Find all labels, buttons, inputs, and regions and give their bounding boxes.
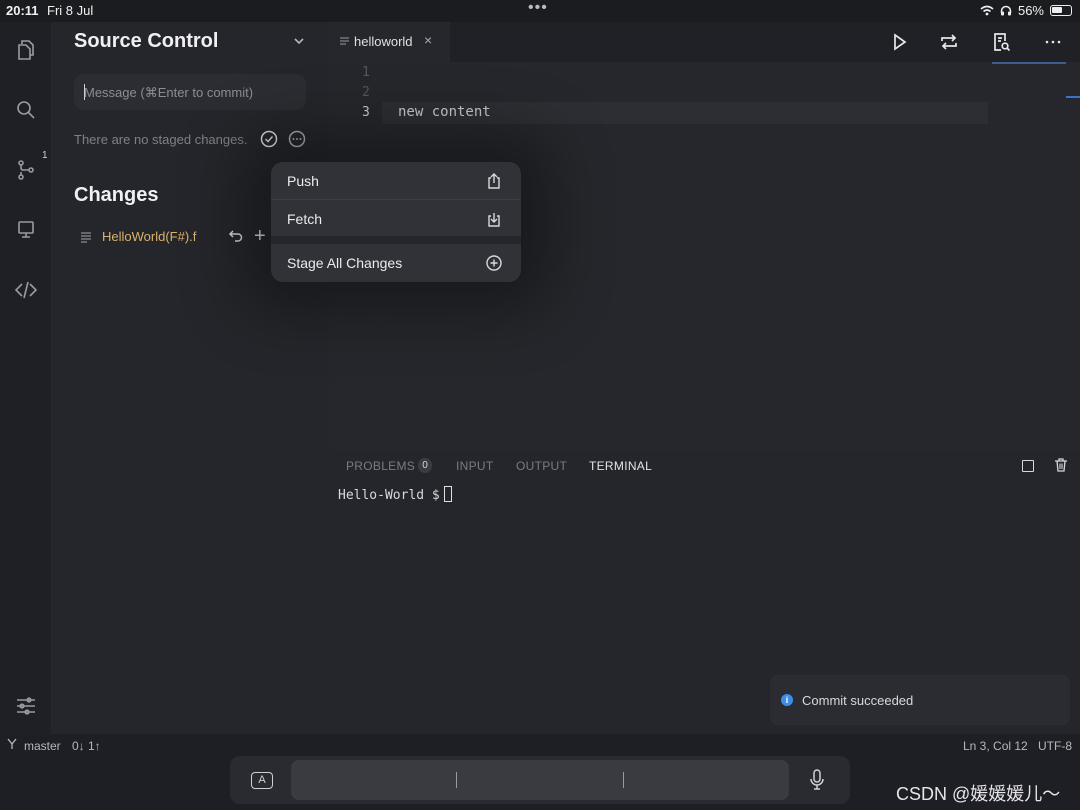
text-caret — [84, 84, 85, 100]
cursor-position[interactable]: Ln 3, Col 12 — [963, 739, 1028, 753]
keyboard-shortcut-bar: A — [230, 756, 850, 804]
branch-name[interactable]: master — [24, 739, 61, 753]
close-tab-icon[interactable]: × — [424, 32, 432, 48]
minimap[interactable] — [992, 62, 1066, 64]
file-encoding[interactable]: UTF-8 — [1038, 739, 1072, 753]
activity-bar: 1 — [0, 22, 52, 734]
list-item[interactable]: HelloWorld(F#).f + — [74, 226, 284, 248]
tab-helloworld[interactable]: helloworld × — [330, 22, 450, 62]
git-branch-icon[interactable] — [6, 738, 18, 750]
more-actions-icon[interactable] — [288, 130, 306, 148]
document-search-icon — [994, 33, 1011, 52]
editor-status-bar: master 0↓ 1↑ Ln 3, Col 12 UTF-8 — [0, 734, 1080, 756]
play-icon — [894, 33, 907, 51]
divider — [623, 772, 624, 788]
clock: 20:11 — [6, 3, 39, 18]
download-tray-icon — [488, 213, 500, 227]
tab-output[interactable]: OUTPUT — [516, 459, 567, 473]
menu-item-label: Push — [287, 173, 319, 189]
stage-file-plus-icon[interactable]: + — [254, 226, 266, 246]
wifi-icon — [980, 5, 994, 16]
scrollbar-marker[interactable] — [1066, 96, 1080, 98]
menu-item-fetch[interactable]: Fetch — [271, 200, 521, 238]
scribble-input-field[interactable] — [291, 760, 789, 800]
terminal-cursor — [443, 486, 452, 502]
line-number: 1 — [362, 65, 370, 80]
terminal-prompt: Hello-World $ — [338, 488, 440, 503]
tab-input[interactable]: INPUT — [456, 459, 494, 473]
tab-problems[interactable]: PROBLEMS — [346, 459, 415, 473]
watermark-text: CSDN @媛媛媛儿～ — [896, 784, 1061, 804]
tab-terminal[interactable]: TERMINAL — [589, 459, 652, 473]
headphones-icon — [1000, 5, 1012, 16]
notification-text: Commit succeeded — [802, 693, 914, 708]
source-control-sidebar: Source Control There are no staged chang… — [52, 22, 330, 734]
menu-item-push[interactable]: Push — [271, 162, 521, 200]
multitasking-dots-icon[interactable]: ••• — [528, 0, 548, 17]
text-file-icon — [340, 37, 349, 45]
date: Fri 8 Jul — [47, 3, 94, 18]
repeat-arrows-icon — [941, 34, 957, 50]
problems-count-badge: 0 — [418, 458, 432, 473]
line-number: 3 — [362, 105, 370, 120]
notification-toast[interactable]: i Commit succeeded — [770, 675, 1070, 725]
chevron-down-icon[interactable] — [292, 34, 306, 48]
menu-item-stage-all-changes[interactable]: Stage All Changes — [271, 244, 521, 282]
explorer-files-icon[interactable] — [12, 36, 40, 64]
ellipsis-icon — [1045, 40, 1061, 44]
preview-button[interactable] — [988, 30, 1014, 54]
editor-tab-bar: helloworld × — [330, 22, 1080, 62]
commit-message-input[interactable] — [74, 74, 306, 110]
menu-group-gap — [271, 236, 521, 244]
sidebar-title: Source Control — [74, 30, 219, 52]
sync-status[interactable]: 0↓ 1↑ — [72, 739, 101, 753]
keyboard-a-icon[interactable]: A — [251, 772, 273, 789]
changes-heading: Changes — [74, 184, 159, 206]
plus-circle-icon — [486, 255, 502, 271]
battery-percent: 56% — [1017, 3, 1044, 18]
menu-item-label: Stage All Changes — [287, 255, 403, 271]
divider — [456, 772, 457, 788]
compare-button[interactable] — [936, 30, 962, 54]
search-icon[interactable] — [12, 96, 40, 124]
code-brackets-icon[interactable] — [12, 276, 40, 304]
run-button[interactable] — [886, 30, 912, 54]
commit-check-icon[interactable] — [260, 130, 278, 148]
code-line[interactable]: new content — [398, 104, 491, 120]
source-control-badge: 1 — [42, 150, 48, 161]
more-options-button[interactable] — [1040, 30, 1066, 54]
line-number: 2 — [362, 85, 370, 100]
source-control-icon[interactable]: 1 — [12, 150, 48, 184]
source-control-context-menu: Push Fetch Stage All Changes — [271, 162, 521, 282]
terminal-output[interactable]: Hello-World $ — [338, 486, 452, 503]
maximize-panel-icon[interactable] — [1022, 460, 1034, 472]
tab-label: helloworld — [354, 34, 413, 49]
discard-changes-icon[interactable] — [228, 228, 244, 244]
microphone-icon[interactable] — [808, 769, 826, 791]
trash-icon[interactable] — [1053, 457, 1069, 473]
system-status-bar: 20:11 Fri 8 Jul ••• 56% — [0, 0, 1080, 22]
no-staged-changes-text: There are no staged changes. — [74, 132, 248, 147]
battery-icon — [1050, 5, 1072, 16]
remote-explorer-icon[interactable] — [12, 216, 40, 244]
share-upload-icon — [488, 173, 500, 189]
settings-sliders-icon[interactable] — [12, 692, 40, 720]
menu-item-label: Fetch — [287, 211, 323, 227]
info-icon: i — [781, 694, 793, 706]
text-file-icon — [81, 232, 91, 243]
changed-file-name: HelloWorld(F#).f — [102, 229, 197, 244]
